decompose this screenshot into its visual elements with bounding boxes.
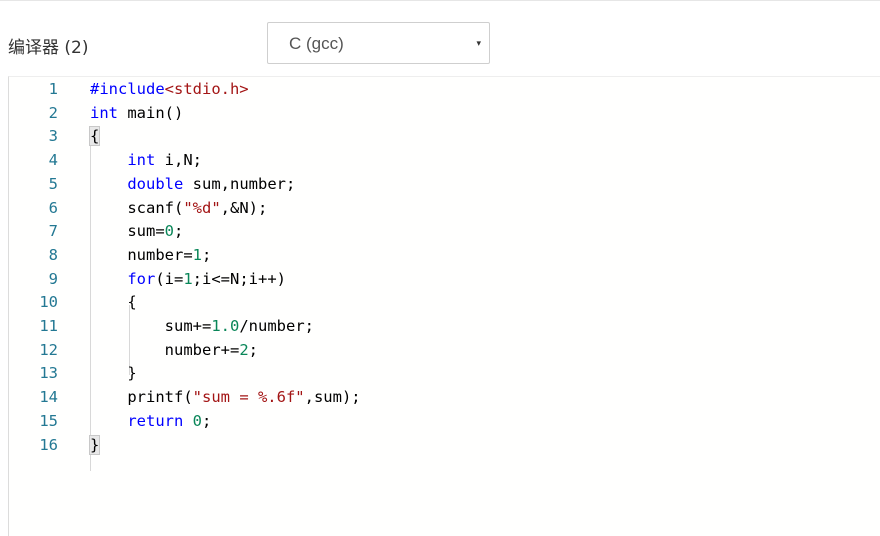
code-token: 0 (164, 222, 174, 241)
code-line[interactable]: 8 number=1; (9, 243, 879, 267)
code-line[interactable]: 16} (9, 433, 879, 457)
code-token: { (90, 293, 137, 312)
line-code: { (90, 290, 137, 314)
code-token: ; (248, 340, 258, 359)
code-token: double (127, 174, 184, 193)
code-line[interactable]: 12 number+=2; (9, 338, 879, 362)
code-token: number= (90, 245, 193, 264)
compiler-select[interactable]: C (gcc) ▾ (267, 22, 490, 64)
code-line[interactable]: 9 for(i=1;i<=N;i++) (9, 267, 879, 291)
line-code: sum=0; (90, 219, 183, 243)
code-token: ;i<=N;i++) (192, 269, 286, 288)
code-token: int (90, 103, 118, 122)
line-number: 12 (39, 340, 58, 359)
line-code: for(i=1;i<=N;i++) (90, 267, 286, 291)
code-line[interactable]: 5 double sum,number; (9, 172, 879, 196)
code-token: 1 (183, 269, 193, 288)
line-number: 2 (48, 103, 58, 122)
code-line[interactable]: 11 sum+=1.0/number; (9, 314, 879, 338)
code-line[interactable]: 15 return 0; (9, 409, 879, 433)
line-number: 3 (48, 127, 58, 146)
line-code: sum+=1.0/number; (90, 314, 314, 338)
code-token: 2 (239, 340, 249, 359)
code-line[interactable]: 1 #include<stdio.h> (9, 77, 879, 101)
code-token: number+= (90, 340, 240, 359)
code-token: sum,number; (183, 174, 296, 193)
code-token: for (127, 269, 156, 288)
line-code: int i,N; (90, 148, 202, 172)
line-number: 8 (48, 245, 58, 264)
code-token: 1 (192, 245, 202, 264)
code-token: int (127, 151, 156, 170)
line-number: 13 (39, 364, 58, 383)
line-number: 11 (39, 317, 58, 335)
code-line[interactable]: 2 int main() (9, 101, 879, 125)
compiler-select-value: C (gcc) (289, 34, 344, 53)
line-number: 4 (48, 151, 58, 170)
line-number: 16 (39, 435, 58, 454)
code-token: { (88, 126, 101, 147)
code-editor[interactable]: 1 #include<stdio.h> 2 int main() 3{4 int i,N… (8, 76, 880, 536)
code-token: i,N; (155, 151, 202, 170)
code-line[interactable]: 14 printf("sum = %.6f",sum); (9, 385, 879, 409)
code-line[interactable]: 6 scanf("%d",&N); (9, 196, 879, 220)
line-number: 14 (39, 388, 58, 407)
line-code: #include<stdio.h> (90, 77, 249, 101)
line-number: 10 (39, 293, 58, 312)
compiler-row: 编译器 (2) C (gcc) ▾ (0, 0, 880, 76)
line-code: number+=2; (90, 338, 258, 362)
chevron-down-icon: ▾ (476, 38, 481, 48)
code-line[interactable]: 10 { (9, 290, 879, 314)
code-token: ,&N); (220, 198, 268, 217)
line-code: return 0; (90, 409, 211, 433)
code-token: (i= (155, 269, 184, 288)
code-token: } (88, 434, 101, 455)
code-token: sum+= (90, 317, 212, 335)
code-token: printf( (90, 388, 193, 407)
code-token: ,sum); (304, 388, 361, 407)
code-token: /number; (239, 317, 314, 335)
code-token: #include (90, 80, 165, 98)
line-code: number=1; (90, 243, 211, 267)
line-code: double sum,number; (90, 172, 295, 196)
code-line[interactable]: 3{ (9, 124, 879, 148)
line-code: } (90, 361, 137, 385)
line-code: printf("sum = %.6f",sum); (90, 385, 361, 409)
code-token: scanf( (90, 198, 184, 217)
code-token: ; (202, 245, 212, 264)
code-token: ; (202, 411, 212, 430)
code-token: "sum = %.6f" (192, 388, 305, 407)
line-number: 1 (48, 80, 58, 98)
compiler-label: 编译器 (2) (8, 38, 89, 58)
code-token: "%d" (183, 198, 221, 217)
code-line[interactable]: 7 sum=0; (9, 219, 879, 243)
line-number: 5 (48, 174, 58, 193)
line-code: } (88, 433, 101, 457)
code-token: 1.0 (211, 317, 240, 335)
line-number: 7 (48, 222, 58, 241)
code-token: <stdio.h> (164, 80, 249, 98)
code-token: } (90, 364, 137, 383)
line-code: scanf("%d",&N); (90, 196, 267, 220)
code-line[interactable]: 4 int i,N; (9, 148, 879, 172)
code-token: ; (174, 222, 184, 241)
code-token: return (127, 411, 184, 430)
code-token: sum= (90, 222, 165, 241)
line-number: 9 (48, 269, 58, 288)
code-line[interactable]: 13 } (9, 361, 879, 385)
code-token: main() (118, 103, 184, 122)
line-number: 6 (48, 198, 58, 217)
line-number: 15 (39, 411, 58, 430)
code-token: 0 (192, 411, 203, 430)
line-code: { (88, 124, 101, 148)
line-code: int main() (90, 101, 183, 125)
